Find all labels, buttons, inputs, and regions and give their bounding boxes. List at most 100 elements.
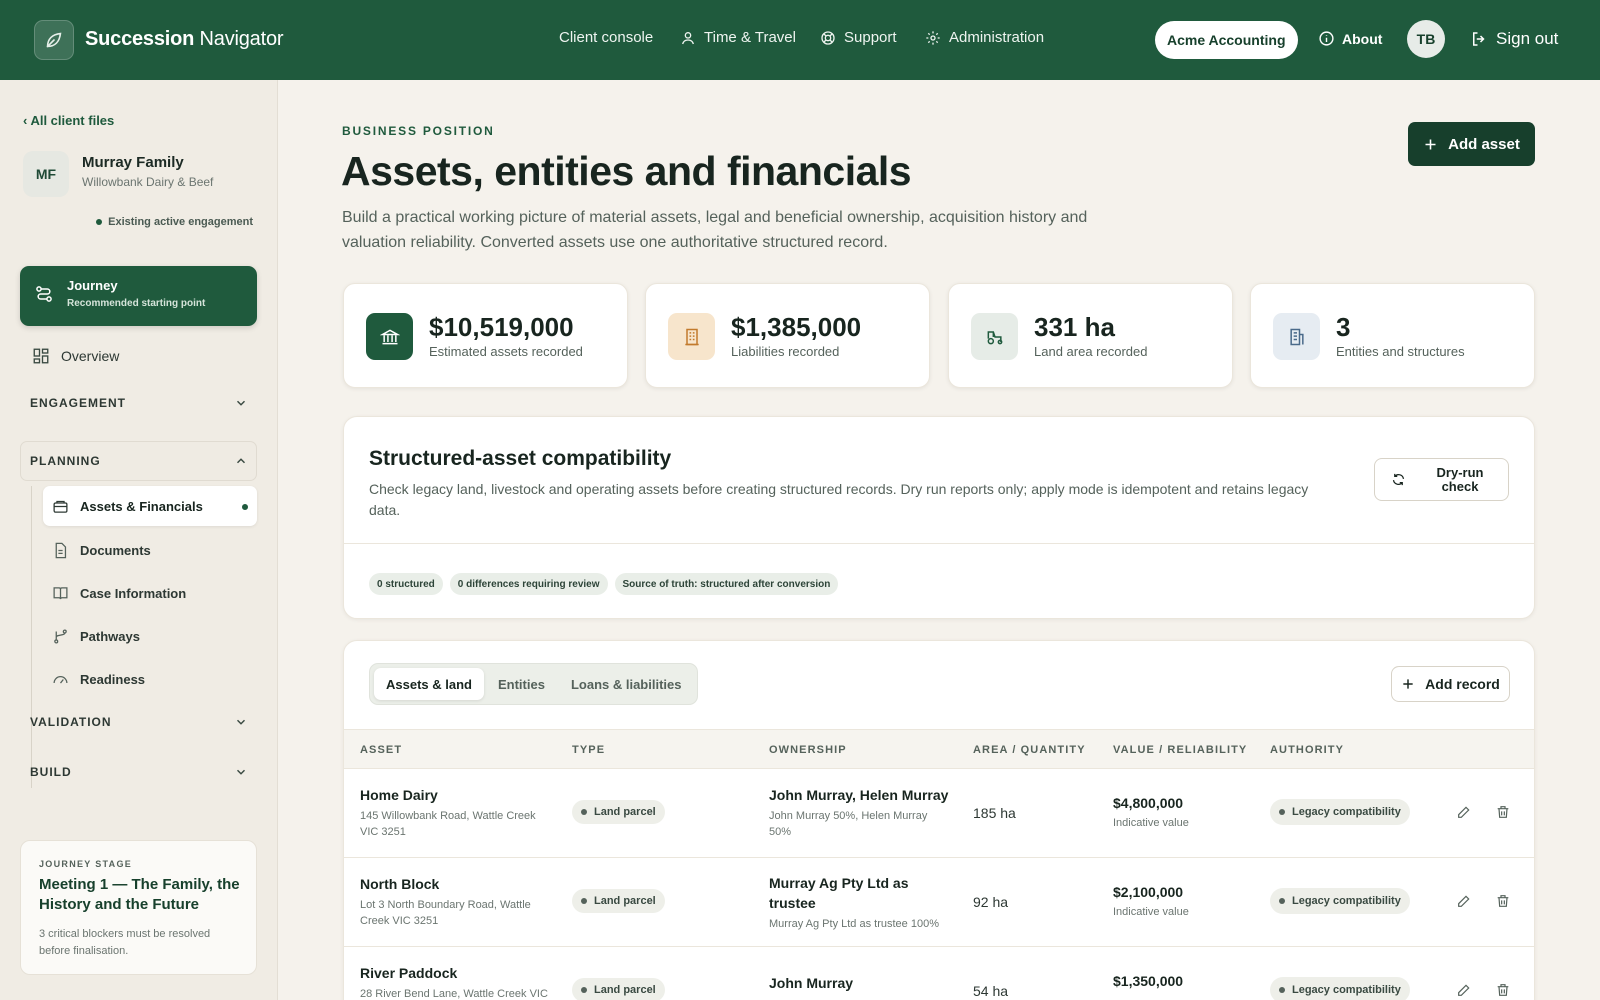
edit-icon[interactable] <box>1456 982 1472 998</box>
sidebar-item-assets-financials[interactable]: Assets & Financials <box>52 498 248 515</box>
grid-icon <box>33 348 49 364</box>
asset-name[interactable]: Home Dairy <box>360 787 550 803</box>
stat-card-assets: $10,519,000 Estimated assets recorded <box>343 283 628 388</box>
about-link[interactable]: About <box>1318 30 1382 47</box>
stat-label: Land area recorded <box>1034 344 1148 359</box>
chip-differences: 0 differences requiring review <box>449 573 608 595</box>
owner-name: John Murray, Helen Murray <box>769 787 949 803</box>
section-planning[interactable]: PLANNING <box>30 454 248 468</box>
page-title: Assets, entities and financials <box>341 148 912 194</box>
column-header-type[interactable]: TYPE <box>572 744 605 756</box>
branch-icon <box>54 629 67 644</box>
asset-address: Lot 3 North Boundary Road, Wattle Creek … <box>360 899 531 927</box>
asset-name[interactable]: North Block <box>360 876 550 892</box>
column-header-ownership[interactable]: OWNERSHIP <box>769 744 847 756</box>
value-note: Indicative value <box>1113 817 1189 829</box>
edit-icon[interactable] <box>1456 893 1472 909</box>
sign-out-link[interactable]: Sign out <box>1470 29 1558 49</box>
area-value: 92 ha <box>973 894 1009 910</box>
stat-value: $10,519,000 <box>429 312 574 342</box>
sidebar-item-case-information[interactable]: Case Information <box>52 585 186 602</box>
section-build[interactable]: BUILD <box>30 765 248 779</box>
page-description: Build a practical working picture of mat… <box>342 209 1088 251</box>
sidebar: ‹ All client files MF Murray Family Will… <box>0 80 278 1000</box>
column-header-value[interactable]: VALUE / RELIABILITY <box>1113 744 1247 756</box>
asset-value: $1,350,000 <box>1113 973 1184 989</box>
section-validation[interactable]: VALIDATION <box>30 715 248 729</box>
sidebar-item-documents[interactable]: Documents <box>52 542 151 559</box>
value-note: Indicative value <box>1113 906 1189 918</box>
submenu-guide-line <box>31 486 32 788</box>
add-record-button[interactable]: Add record <box>1391 666 1510 702</box>
trash-icon[interactable] <box>1495 893 1511 909</box>
stat-card-liabilities: $1,385,000 Liabilities recorded <box>645 283 930 388</box>
journey-stage-note: 3 critical blockers must be resolved bef… <box>39 928 211 957</box>
leaf-logo-icon[interactable] <box>34 20 74 60</box>
compatibility-title: Structured-asset compatibility <box>369 447 672 470</box>
asset-value: $2,100,000 <box>1113 884 1184 900</box>
user-avatar[interactable]: TB <box>1407 20 1445 58</box>
nav-client-console[interactable]: Client console <box>559 29 653 46</box>
asset-name[interactable]: River Paddock <box>360 965 550 981</box>
route-icon <box>36 286 52 302</box>
book-icon <box>53 587 68 600</box>
nav-time-travel[interactable]: Time & Travel <box>680 29 796 46</box>
stat-label: Entities and structures <box>1336 344 1465 359</box>
wallet-icon <box>53 500 68 513</box>
sidebar-item-pathways[interactable]: Pathways <box>52 628 140 645</box>
gear-icon <box>926 30 940 45</box>
journey-stage-card[interactable]: JOURNEY STAGE Meeting 1 — The Family, th… <box>20 840 257 975</box>
nav-support[interactable]: Support <box>820 29 897 46</box>
sidebar-item-readiness[interactable]: Readiness <box>52 671 145 688</box>
owner-name: John Murray <box>769 975 854 991</box>
page-eyebrow: BUSINESS POSITION <box>342 124 495 138</box>
journey-nav-item[interactable]: Journey Recommended starting point <box>20 266 257 326</box>
column-header-asset[interactable]: ASSET <box>360 744 402 756</box>
area-value: 185 ha <box>973 805 1016 821</box>
nav-administration[interactable]: Administration <box>925 29 1044 46</box>
records-tabs: Assets & land Entities Loans & liabiliti… <box>369 663 699 705</box>
column-header-authority[interactable]: AUTHORITY <box>1270 744 1344 756</box>
area-value: 54 ha <box>973 983 1009 999</box>
chip-source-of-truth: Source of truth: structured after conver… <box>614 573 839 595</box>
chevron-down-icon <box>236 769 246 775</box>
tab-entities[interactable]: Entities <box>486 668 557 700</box>
back-to-client-files-link[interactable]: ‹ All client files <box>23 113 114 128</box>
type-badge: Land parcel <box>572 800 665 824</box>
active-dot <box>242 503 248 510</box>
plus-icon <box>1425 139 1436 149</box>
stat-card-entities: 3 Entities and structures <box>1250 283 1535 388</box>
edit-icon[interactable] <box>1456 804 1472 820</box>
journey-subtitle: Recommended starting point <box>67 298 206 309</box>
bank-icon <box>366 313 413 360</box>
stat-label: Liabilities recorded <box>731 344 840 359</box>
stat-label: Estimated assets recorded <box>429 344 583 359</box>
tab-loans-liabilities[interactable]: Loans & liabilities <box>559 668 694 700</box>
app-brand[interactable]: Succession Navigator <box>85 28 284 51</box>
compatibility-chips: 0 structured 0 differences requiring rev… <box>369 573 839 595</box>
section-engagement[interactable]: ENGAGEMENT <box>30 396 248 410</box>
organisation-switcher[interactable]: Acme Accounting <box>1155 21 1298 59</box>
type-badge: Land parcel <box>572 978 665 1000</box>
document-icon <box>55 542 67 559</box>
client-business: Willowbank Dairy & Beef <box>82 175 214 189</box>
stat-card-land: 331 ha Land area recorded <box>948 283 1233 388</box>
asset-address: 28 River Bend Lane, Wattle Creek VIC <box>360 988 548 1000</box>
person-icon <box>682 31 694 44</box>
dry-run-check-button[interactable]: Dry-run check <box>1374 458 1509 501</box>
chip-structured: 0 structured <box>369 573 443 595</box>
tab-assets-land[interactable]: Assets & land <box>374 668 484 700</box>
table-row[interactable]: Home Dairy 145 Willowbank Road, Wattle Cr… <box>344 769 1534 858</box>
authority-badge: Legacy compatibility <box>1270 888 1410 914</box>
trash-icon[interactable] <box>1495 804 1511 820</box>
client-avatar: MF <box>23 151 69 197</box>
table-row[interactable]: North Block Lot 3 North Boundary Road, Wa… <box>344 858 1534 947</box>
column-header-area[interactable]: AREA / QUANTITY <box>973 744 1086 756</box>
table-row[interactable]: River Paddock 28 River Bend Lane, Wattle … <box>344 947 1534 1000</box>
sidebar-item-overview[interactable]: Overview <box>32 347 119 365</box>
journey-stage-label: JOURNEY STAGE <box>39 859 133 869</box>
add-asset-button[interactable]: Add asset <box>1408 122 1535 166</box>
authority-badge: Legacy compatibility <box>1270 799 1410 825</box>
trash-icon[interactable] <box>1495 982 1511 998</box>
compatibility-card: Structured-asset compatibility Check leg… <box>343 416 1535 619</box>
